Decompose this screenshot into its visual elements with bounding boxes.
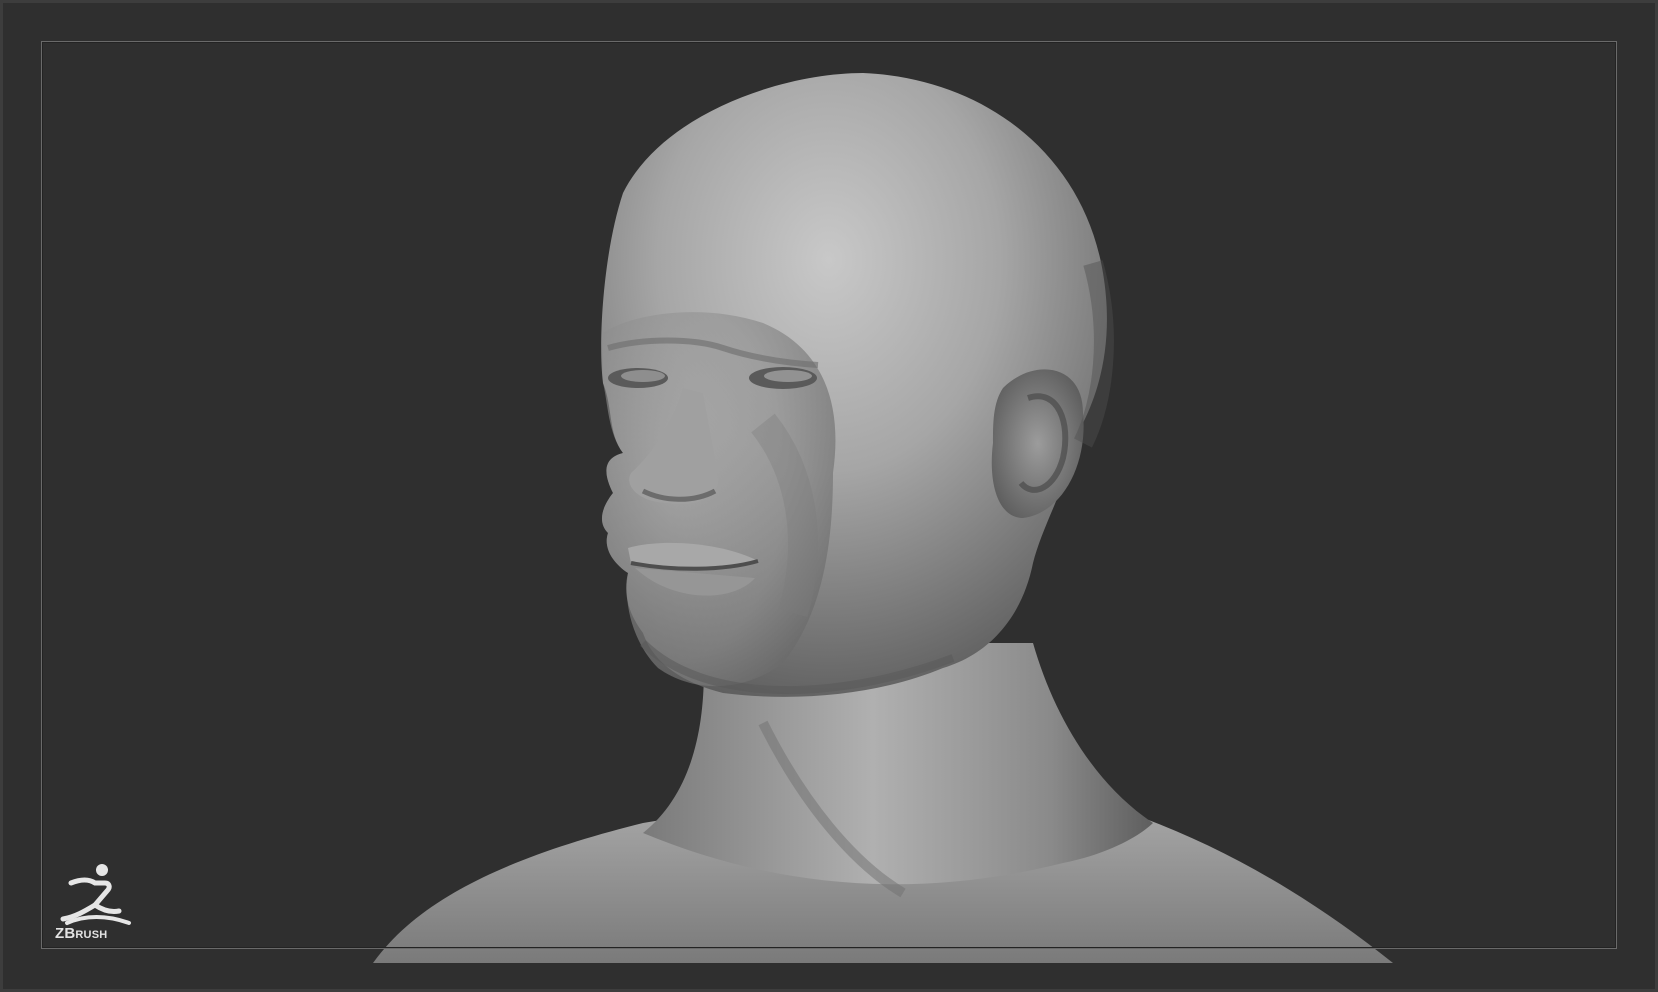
viewport-frame: [41, 41, 1617, 949]
zbrush-logo-text: ZBRUSH: [55, 925, 108, 942]
viewport-window: ZBRUSH: [0, 0, 1658, 992]
zbrush-logo: ZBRUSH: [55, 861, 141, 945]
zbrush-runner-icon: [60, 864, 131, 925]
